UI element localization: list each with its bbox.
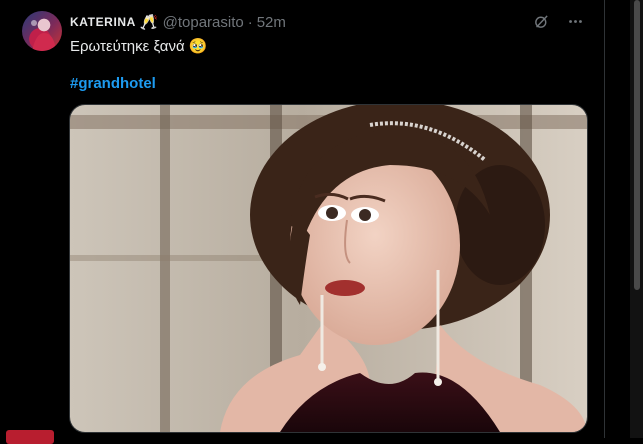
column-divider [604, 0, 605, 438]
champagne-emoji-icon: 🥂 [139, 14, 159, 31]
separator-dot: · [247, 13, 253, 31]
tweet-header: KATERINA 🥂 @toparasito · 52m [70, 12, 286, 32]
tweet[interactable]: KATERINA 🥂 @toparasito · 52m Ερωτεύτηκε … [0, 0, 604, 438]
grok-icon[interactable] [532, 12, 550, 30]
more-icon[interactable] [566, 12, 584, 30]
tweet-text: Ερωτεύτηκε ξανά 🥹 [70, 38, 208, 55]
notification-badge [6, 430, 54, 444]
avatar[interactable] [22, 11, 62, 51]
display-name[interactable]: KATERINA [70, 15, 136, 29]
hashtag-link[interactable]: #grandhotel [70, 75, 156, 92]
timestamp[interactable]: 52m [257, 14, 286, 31]
scrollbar-thumb[interactable] [634, 0, 640, 290]
tweet-photo[interactable] [69, 104, 588, 433]
user-handle[interactable]: @toparasito [163, 14, 244, 31]
tweet-actions [532, 12, 584, 30]
